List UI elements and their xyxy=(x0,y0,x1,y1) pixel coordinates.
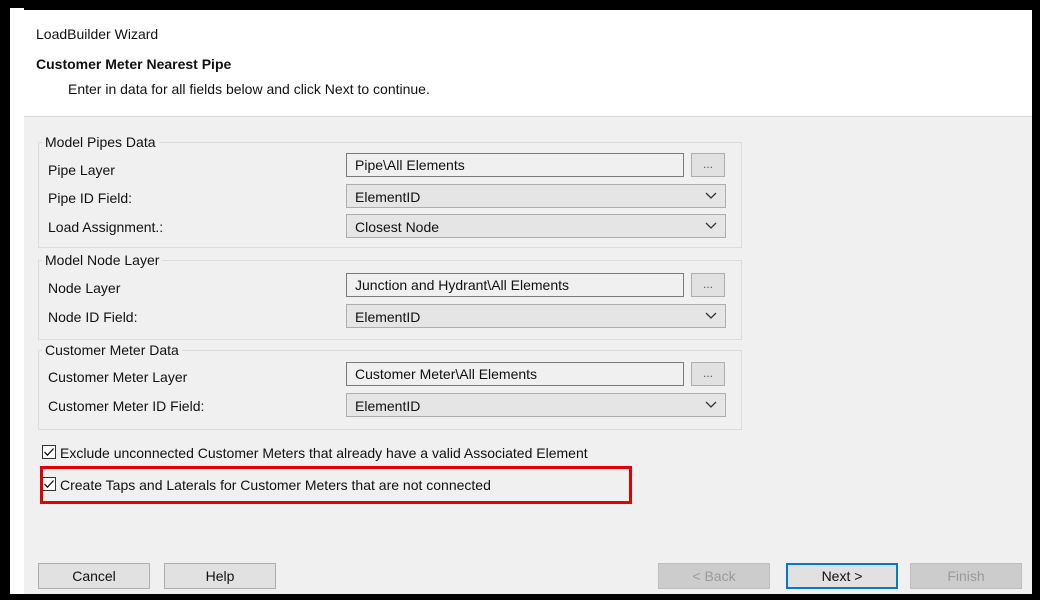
model-node-group xyxy=(38,260,742,340)
node-layer-label: Node Layer xyxy=(48,280,121,296)
wizard-header: LoadBuilder Wizard Customer Meter Neares… xyxy=(24,14,1032,117)
node-id-value: ElementID xyxy=(355,309,421,325)
exclude-unconnected-label: Exclude unconnected Customer Meters that… xyxy=(60,445,588,461)
customer-meter-layer-field[interactable]: Customer Meter\All Elements xyxy=(346,362,684,386)
pipe-layer-browse-button[interactable]: ... xyxy=(691,153,725,177)
window-title: LoadBuilder Wizard xyxy=(36,26,159,42)
model-node-legend: Model Node Layer xyxy=(42,252,163,268)
pipe-layer-field[interactable]: Pipe\All Elements xyxy=(346,153,684,177)
pipe-id-dropdown[interactable]: ElementID xyxy=(346,184,726,208)
exclude-unconnected-checkbox[interactable]: Exclude unconnected Customer Meters that… xyxy=(42,444,742,462)
back-button[interactable]: < Back xyxy=(658,563,770,589)
customer-meter-id-dropdown[interactable]: ElementID xyxy=(346,393,726,417)
cancel-button[interactable]: Cancel xyxy=(38,563,150,589)
customer-meter-layer-browse-button[interactable]: ... xyxy=(691,362,725,386)
help-button[interactable]: Help xyxy=(164,563,276,589)
customer-meter-id-label: Customer Meter ID Field: xyxy=(48,398,205,414)
customer-meter-id-value: ElementID xyxy=(355,398,421,414)
page-title: Customer Meter Nearest Pipe xyxy=(36,56,232,72)
load-assignment-value: Closest Node xyxy=(355,219,440,235)
load-assignment-label: Load Assignment.: xyxy=(48,219,164,235)
chevron-down-icon xyxy=(705,401,717,408)
annotation-highlight-box xyxy=(40,466,632,504)
chevron-down-icon xyxy=(705,192,717,199)
customer-meter-legend: Customer Meter Data xyxy=(42,342,182,358)
checkmark-icon xyxy=(44,448,54,457)
screenshot-border-top xyxy=(0,0,1040,10)
chevron-down-icon xyxy=(705,222,717,229)
checkbox-box[interactable] xyxy=(42,445,56,459)
screenshot-border-left xyxy=(0,0,10,600)
node-id-dropdown[interactable]: ElementID xyxy=(346,304,726,328)
load-assignment-dropdown[interactable]: Closest Node xyxy=(346,214,726,238)
wizard-footer: Cancel Help < Back Next > Finish xyxy=(24,546,1032,594)
pipe-layer-label: Pipe Layer xyxy=(48,162,115,178)
model-pipes-legend: Model Pipes Data xyxy=(42,134,159,150)
chevron-down-icon xyxy=(705,312,717,319)
pipe-id-value: ElementID xyxy=(355,189,421,205)
page-description: Enter in data for all fields below and c… xyxy=(68,81,430,97)
background-window-edge xyxy=(10,8,24,600)
customer-meter-layer-label: Customer Meter Layer xyxy=(48,369,188,385)
node-layer-browse-button[interactable]: ... xyxy=(691,273,725,297)
loadbuilder-wizard-dialog: LoadBuilder Wizard Customer Meter Neares… xyxy=(24,14,1032,594)
screenshot-border-bottom xyxy=(0,594,1040,600)
node-id-label: Node ID Field: xyxy=(48,309,138,325)
next-button[interactable]: Next > xyxy=(786,563,898,589)
finish-button[interactable]: Finish xyxy=(910,563,1022,589)
pipe-id-label: Pipe ID Field: xyxy=(48,190,133,206)
node-layer-field[interactable]: Junction and Hydrant\All Elements xyxy=(346,273,684,297)
screenshot-border-right xyxy=(1032,0,1040,600)
